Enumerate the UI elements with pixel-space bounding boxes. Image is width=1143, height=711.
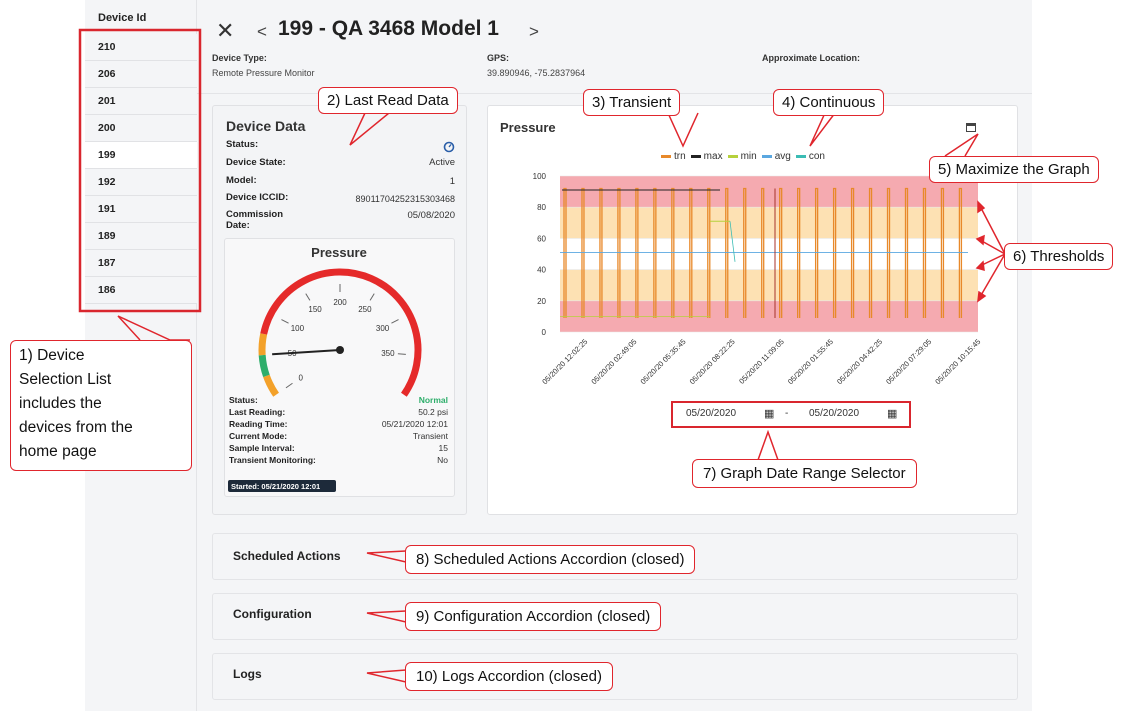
callout-device-selection: 1) Device Selection List includes the de… [10, 340, 192, 471]
callout-transient: 3) Transient [583, 89, 681, 116]
callout7-pointer [757, 429, 779, 461]
callout-configuration: 9) Configuration Accordion (closed) [405, 602, 662, 631]
threshold-arrows [975, 200, 1006, 303]
callout10-pointer [366, 669, 407, 683]
callout1-line: Selection List [19, 371, 112, 388]
callout1-line: includes the [19, 395, 102, 412]
callout9-pointer [366, 610, 407, 623]
callout2-pointer [349, 112, 390, 146]
callout4-pointer [809, 112, 836, 147]
callout-logs: 10) Logs Accordion (closed) [405, 662, 613, 691]
callout1-pointer [117, 315, 190, 341]
callout-thresholds: 6) Thresholds [1004, 243, 1114, 270]
callout-last-read-data: 2) Last Read Data [318, 87, 458, 114]
callout5-pointer [944, 133, 979, 157]
callout1-line: home page [19, 443, 97, 460]
callout8-pointer [366, 550, 407, 563]
device-list-highlight [78, 28, 202, 313]
callout1-line: devices from the [19, 419, 133, 436]
callout3-pointer [667, 112, 699, 148]
callout-continuous: 4) Continuous [773, 89, 885, 116]
callout1-line: 1) Device [19, 347, 85, 364]
callout-scheduled-actions: 8) Scheduled Actions Accordion (closed) [405, 545, 696, 574]
callout-maximize: 5) Maximize the Graph [929, 156, 1099, 183]
callout-date-range: 7) Graph Date Range Selector [692, 459, 917, 488]
